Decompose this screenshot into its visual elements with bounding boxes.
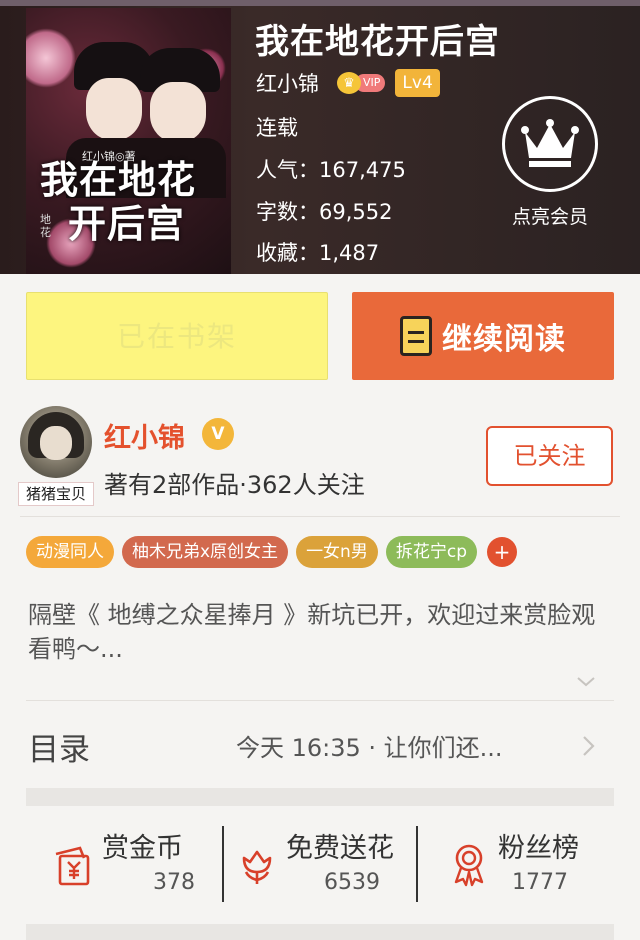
- flower-icon: [242, 850, 272, 884]
- tag-chip[interactable]: 柚木兄弟x原创女主: [122, 536, 289, 568]
- tag-list: 动漫同人 柚木兄弟x原创女主 一女n男 拆花宁cp +: [26, 536, 517, 568]
- chevron-right-icon[interactable]: [578, 733, 598, 759]
- continue-reading-button[interactable]: 继续阅读: [352, 292, 614, 380]
- stat-title: 粉丝榜: [498, 833, 579, 864]
- popularity: 人气：167,475: [256, 158, 406, 182]
- cover-side-text: 地花: [40, 213, 51, 239]
- book-description[interactable]: 隔壁《 地缚之众星捧月 》新坑已开，欢迎过来赏脸观看鸭～...: [28, 598, 618, 666]
- continue-reading-label: 继续阅读: [442, 322, 566, 357]
- favorites-count: 收藏：1,487: [256, 241, 380, 265]
- cover-flower: [26, 28, 76, 88]
- vip-member-button[interactable]: 点亮会员: [500, 96, 600, 229]
- stat-separator: [416, 826, 418, 902]
- cover-title: 我在地花 开后宫: [40, 158, 230, 246]
- avatar-tag: 猪猪宝贝: [18, 482, 94, 506]
- stat-title: 赏金币: [102, 833, 183, 864]
- crown-icon: [502, 96, 598, 192]
- level-badge: Lv4: [395, 69, 440, 97]
- vip-member-label: 点亮会员: [511, 206, 588, 228]
- stat-value: 378: [153, 870, 195, 895]
- medal-icon: [454, 844, 484, 887]
- section-gap: [26, 924, 614, 940]
- stat-separator: [222, 826, 224, 902]
- section-gap: [26, 788, 614, 806]
- fan-rank-stat[interactable]: 粉丝榜 1777: [446, 826, 614, 902]
- toc-latest-chapter[interactable]: 今天 16:35 · 让你们还...: [236, 728, 503, 763]
- divider: [26, 700, 614, 701]
- more-tags-button[interactable]: +: [486, 537, 517, 567]
- stat-value: 6539: [324, 870, 380, 895]
- free-flower-stat[interactable]: 免费送花 6539: [234, 826, 418, 902]
- crown-icon: ♛: [337, 72, 361, 94]
- tag-chip[interactable]: 一女n男: [296, 536, 378, 568]
- status-strip: [0, 0, 640, 6]
- stat-value: 1777: [512, 870, 568, 895]
- word-count: 字数：69,552: [256, 200, 393, 224]
- book-icon: [400, 316, 432, 356]
- author-avatar[interactable]: [20, 406, 92, 478]
- book-header: 红小锦◎著 我在地花 开后宫 地花 我在地花开后宫 红小锦 ♛ VIP Lv4 …: [0, 0, 640, 274]
- stats-bar: 赏金币 378 免费送花 6539 粉丝榜 1777: [26, 806, 614, 924]
- toc-label[interactable]: 目录: [28, 724, 90, 769]
- avatar-face: [40, 426, 72, 460]
- author-name[interactable]: 红小锦: [256, 68, 319, 98]
- book-detail-page: { "book": { "title": "我在地花开后宫", "author"…: [0, 0, 640, 940]
- book-cover[interactable]: 红小锦◎著 我在地花 开后宫 地花: [26, 8, 231, 274]
- author-line: 红小锦 ♛ VIP Lv4: [256, 68, 440, 98]
- cover-face: [150, 82, 206, 142]
- book-title: 我在地花开后宫: [255, 22, 500, 62]
- cover-title-line2: 开后宫: [68, 201, 186, 246]
- tag-chip[interactable]: 拆花宁cp: [385, 536, 477, 568]
- author-summary: 著有2部作品·362人关注: [104, 471, 365, 499]
- stat-title: 免费送花: [286, 833, 394, 864]
- reward-coin-stat[interactable]: 赏金币 378: [50, 826, 220, 902]
- tag-chip[interactable]: 动漫同人: [26, 536, 114, 568]
- vip-badge: ♛ VIP: [337, 72, 386, 94]
- follow-button[interactable]: 已关注: [486, 426, 613, 486]
- cover-title-line1: 我在地花: [40, 157, 197, 202]
- serial-status: 连载: [256, 116, 298, 140]
- chevron-down-icon[interactable]: [574, 670, 598, 694]
- in-shelf-button[interactable]: 已在书架: [26, 292, 328, 380]
- cover-face: [86, 78, 142, 140]
- author-card-name[interactable]: 红小锦: [104, 416, 185, 455]
- red-envelope-icon: [55, 846, 90, 886]
- divider: [20, 516, 620, 517]
- verified-icon: V: [202, 418, 234, 450]
